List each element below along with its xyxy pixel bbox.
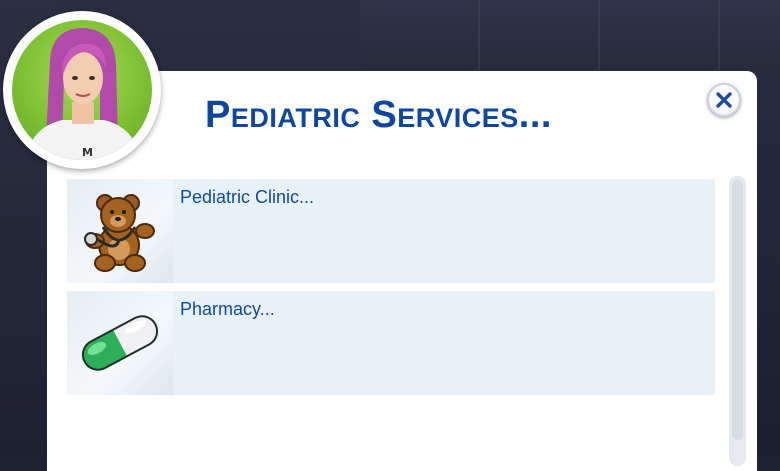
option-pharmacy[interactable]: Pharmacy...: [67, 291, 715, 395]
options-list: Pediatric Clinic... Pharmacy...: [67, 179, 715, 403]
option-label: Pediatric Clinic...: [180, 187, 315, 207]
sim-avatar: M: [3, 11, 161, 169]
close-button[interactable]: [707, 83, 741, 117]
sim-portrait-icon: M: [12, 20, 152, 160]
scrollbar-thumb[interactable]: [732, 180, 743, 440]
pill-capsule-icon: [81, 315, 159, 371]
background-window: [360, 0, 780, 70]
svg-text:M: M: [82, 146, 93, 159]
scrollbar[interactable]: [729, 176, 746, 466]
option-thumbnail: [67, 291, 173, 395]
option-thumbnail: [67, 179, 173, 283]
close-icon: [716, 92, 732, 108]
option-label: Pharmacy...: [180, 299, 275, 319]
dialog-title: Pediatric Services...: [205, 94, 552, 136]
option-pediatric-clinic[interactable]: Pediatric Clinic...: [67, 179, 715, 283]
teddy-bear-stethoscope-icon: [84, 194, 155, 272]
